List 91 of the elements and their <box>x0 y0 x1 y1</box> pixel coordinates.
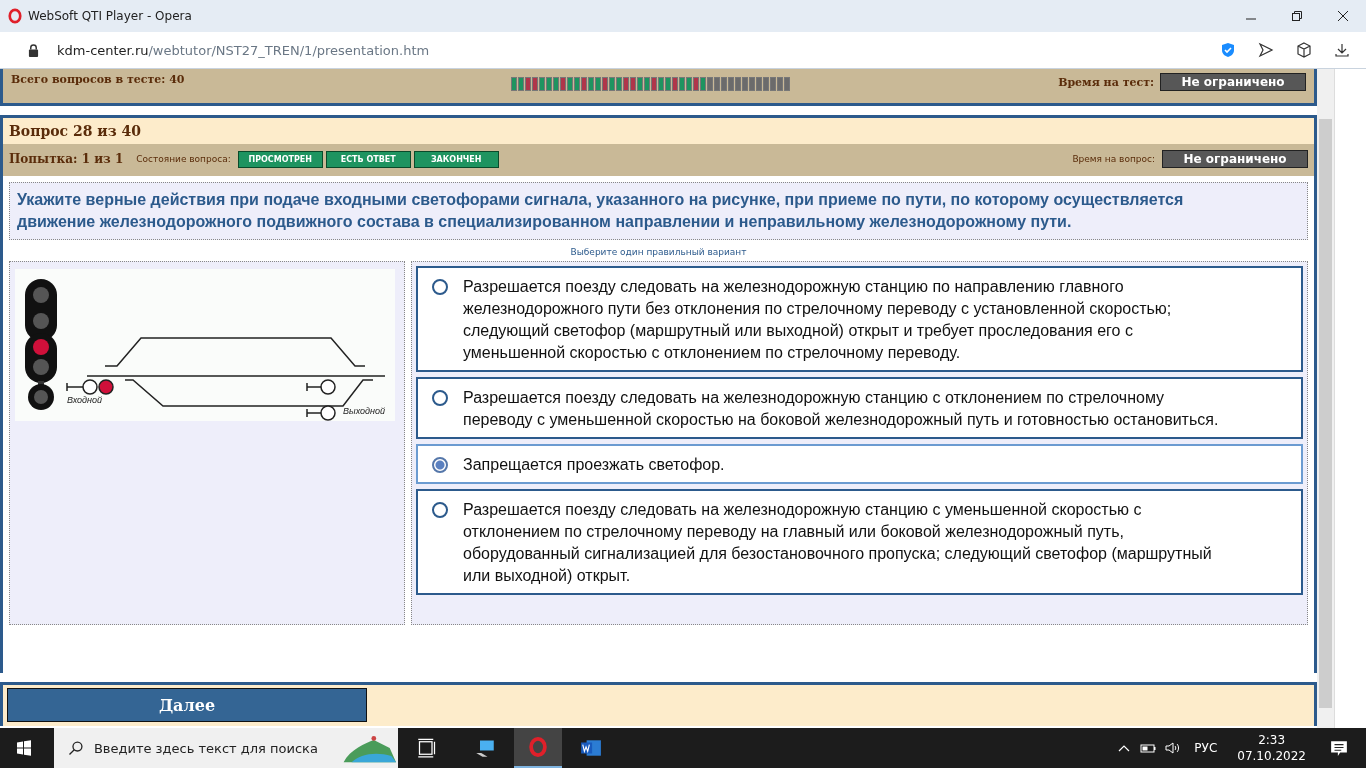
progress-cell[interactable] <box>693 77 699 91</box>
progress-cell[interactable] <box>630 77 636 91</box>
progress-cell[interactable] <box>532 77 538 91</box>
radio-button[interactable] <box>432 390 448 406</box>
browser-logo-icon <box>8 8 22 24</box>
progress-cell[interactable] <box>581 77 587 91</box>
progress-cell[interactable] <box>665 77 671 91</box>
state-badge: ЕСТЬ ОТВЕТ <box>325 150 411 168</box>
progress-cell[interactable] <box>728 77 734 91</box>
address-url[interactable]: kdm-center.ru/webtutor/NST27_TREN/1/presentation.htm <box>57 42 430 58</box>
progress-cell[interactable] <box>707 77 713 91</box>
entry-signal-label: Входной <box>67 395 103 405</box>
progress-cell[interactable] <box>658 77 664 91</box>
taskbar-search-bar[interactable]: Введите здесь текст для поиска <box>54 728 398 768</box>
window-title: WebSoft QTI Player - Opera <box>28 9 192 23</box>
answer-option[interactable]: Запрещается проезжать светофор. <box>416 444 1304 484</box>
next-button[interactable]: Далее <box>7 688 367 722</box>
progress-cell[interactable] <box>574 77 580 91</box>
radio-button[interactable] <box>432 457 448 473</box>
answer-text: Разрешается поезду следовать на железнодорожную станцию с уменьшенной скоростью с отклонением по стрелочному переводу на главный или боковой железнодорожный путь, оборудованный сигнализацией для безостановочного пропуска; следующий светофор (маршрутный или выходной) открыт. <box>463 500 1213 586</box>
progress-cell[interactable] <box>700 77 706 91</box>
progress-cell[interactable] <box>749 77 755 91</box>
progress-cell[interactable] <box>735 77 741 91</box>
progress-cell[interactable] <box>616 77 622 91</box>
state-label: Состояние вопроса: <box>136 154 231 164</box>
progress-cell[interactable] <box>742 77 748 91</box>
clock-time[interactable]: 2:33 <box>1258 732 1286 748</box>
answer-text: Разрешается поезду следовать на железнодорожную станцию с отклонением по стрелочному переводу с уменьшенной скоростью на боковой железнодорожный путь и готовностью остановиться. <box>463 388 1220 430</box>
question-time-label: Время на вопрос: <box>1072 154 1156 164</box>
restore-icon[interactable] <box>1291 10 1303 22</box>
progress-cell[interactable] <box>609 77 615 91</box>
answer-option[interactable]: Разрешается поезду следовать на железнодорожную станцию с отклонением по стрелочному переводу с уменьшенной скоростью на боковой железнодорожный путь и готовностью остановиться. <box>416 377 1304 439</box>
instruction-text: Выберите один правильный вариант <box>569 246 748 259</box>
word-processor-icon[interactable] <box>580 738 602 758</box>
answer-text: Разрешается поезду следовать на железнодорожную станцию по направлению главного железнодорожного пути без отклонения по стрелочному переводу с установленной скоростью; следующий светофор (маршрутный или выходной) открыт и требует проследования его с уменьшенной скоростью с отклонением по стрелочному переводу. <box>463 277 1173 363</box>
progress-cell[interactable] <box>770 77 776 91</box>
progress-cell[interactable] <box>553 77 559 91</box>
progress-cell[interactable] <box>672 77 678 91</box>
search-icon <box>68 740 84 756</box>
clock-date[interactable]: 07.10.2022 <box>1237 748 1306 764</box>
browser-taskbar-icon[interactable] <box>514 728 562 768</box>
question-time-value: Не ограничено <box>1162 150 1309 168</box>
progress-cell[interactable] <box>756 77 762 91</box>
answer-text: Запрещается проезжать светофор. <box>463 455 726 475</box>
answer-option[interactable] <box>416 266 1304 372</box>
answer-option[interactable] <box>416 489 1304 595</box>
progress-cell[interactable] <box>560 77 566 91</box>
total-questions: Всего вопросов в тесте: 40 <box>11 73 186 86</box>
progress-cell[interactable] <box>651 77 657 91</box>
exit-signal-label: Выходной <box>343 406 385 416</box>
progress-cell[interactable] <box>546 77 552 91</box>
progress-cell[interactable] <box>595 77 601 91</box>
task-view-icon[interactable] <box>416 738 438 758</box>
progress-cell[interactable] <box>588 77 594 91</box>
progress-cell[interactable] <box>679 77 685 91</box>
progress-cell[interactable] <box>784 77 790 91</box>
progress-cell[interactable] <box>623 77 629 91</box>
progress-cell[interactable] <box>686 77 692 91</box>
computer-icon[interactable] <box>474 738 496 758</box>
progress-cell[interactable] <box>602 77 608 91</box>
send-icon[interactable] <box>1258 42 1274 58</box>
notification-icon[interactable] <box>1330 739 1348 757</box>
progress-cell[interactable] <box>763 77 769 91</box>
windows-start-icon[interactable] <box>16 740 32 756</box>
state-badge: ЗАКОНЧЕН <box>413 150 499 168</box>
state-badge: ПРОСМОТРЕН <box>237 150 323 168</box>
cube-icon[interactable] <box>1296 42 1312 58</box>
shield-icon[interactable] <box>1220 42 1236 58</box>
attempt-counter: Попытка: 1 из 1 <box>9 152 124 166</box>
progress-cell[interactable] <box>525 77 531 91</box>
language-indicator[interactable]: РУС <box>1194 741 1218 755</box>
close-icon[interactable] <box>1337 10 1349 22</box>
progress-cell[interactable] <box>539 77 545 91</box>
progress-cell[interactable] <box>721 77 727 91</box>
progress-cell[interactable] <box>637 77 643 91</box>
progress-cell[interactable] <box>644 77 650 91</box>
taskbar-search-field[interactable]: Введите здесь текст для поиска <box>93 740 343 756</box>
progress-cell[interactable] <box>714 77 720 91</box>
question-number: Вопрос 28 из 40 <box>9 123 141 139</box>
progress-cell[interactable] <box>518 77 524 91</box>
test-time-value: Не ограничено <box>1160 73 1307 91</box>
question-text: Укажите верные действия при подаче входными светофорами сигнала, указанного на рисунке, при приеме по пути, по которому осуществляется движение железнодорожного подвижного состава в специализированном направлении и неправильному железнодорожному пути. <box>9 182 1309 240</box>
test-time-label: Время на тест: <box>1058 75 1155 89</box>
progress-cell[interactable] <box>511 77 517 91</box>
radio-button[interactable] <box>432 502 448 518</box>
volume-icon[interactable] <box>1164 740 1181 756</box>
lock-icon <box>28 43 39 57</box>
progress-cell[interactable] <box>777 77 783 91</box>
progress-cell[interactable] <box>567 77 573 91</box>
radio-button[interactable] <box>432 279 448 295</box>
download-icon[interactable] <box>1334 42 1350 58</box>
